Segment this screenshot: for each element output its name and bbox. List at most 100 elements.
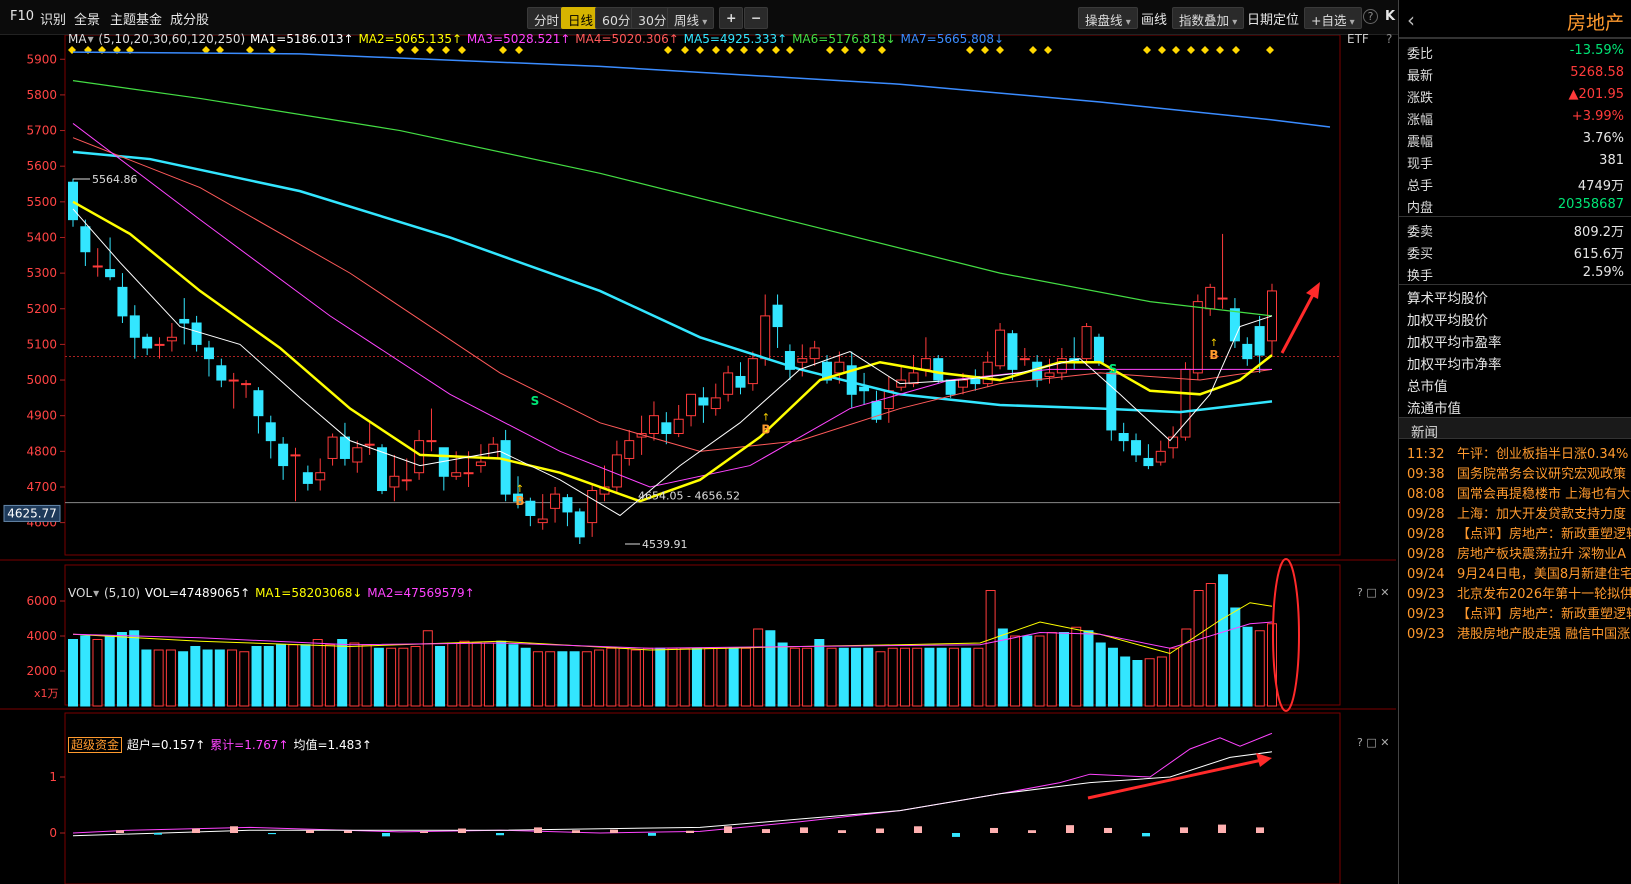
fund-bar	[914, 826, 922, 833]
signal-diamond	[664, 46, 672, 54]
help-icon[interactable]: ?	[1363, 9, 1378, 24]
volume-bar	[753, 628, 764, 707]
vol-panel-controls[interactable]: ? □ ✕	[1357, 586, 1389, 599]
fund-label[interactable]: 超级资金	[68, 737, 123, 753]
candle-body	[723, 372, 734, 395]
volume-bar	[1156, 656, 1167, 707]
news-item[interactable]: 08:08 国常会再提稳楼市 上海也有大动作	[1407, 483, 1631, 503]
volume-bar	[1095, 642, 1106, 707]
zoom-in-button[interactable]: +	[719, 7, 744, 29]
kline-chart-svg[interactable]: 5900 5800 5700 5600 5500 5400 5300 5200 5100 5000…	[0, 35, 1396, 884]
candle-body	[624, 440, 635, 459]
fund-bar	[1104, 827, 1112, 833]
ma-help-icon[interactable]: ?	[1386, 32, 1392, 46]
ma-label[interactable]: MA	[68, 32, 87, 46]
quote-row: 委卖 809.2万	[1399, 218, 1631, 240]
price-tick-label: 5800	[26, 88, 57, 102]
candle-body	[488, 443, 499, 459]
volume-bar	[153, 649, 164, 707]
news-item[interactable]: 11:32 午评：创业板指半日涨0.34%	[1407, 443, 1631, 463]
news-headline: 【点评】房地产：新政重塑逻辑	[1457, 527, 1631, 542]
date-locate-button[interactable]: 日期定位	[1247, 9, 1299, 28]
zoom-out-button[interactable]: −	[744, 7, 769, 29]
collapse-panel-icon[interactable]: K	[1385, 9, 1395, 24]
volume-bar	[1254, 630, 1265, 707]
volume-bar	[802, 647, 813, 707]
news-header[interactable]: 新闻	[1399, 417, 1631, 441]
tab-weekly[interactable]: 周线	[667, 7, 715, 29]
news-time: 09/23	[1407, 607, 1445, 622]
quote-label: 现手	[1407, 157, 1434, 172]
vol-label[interactable]: VOL	[68, 586, 92, 600]
news-item[interactable]: 09/23 北京发布2026年第十一轮拟供地	[1407, 583, 1631, 603]
signal-diamond	[826, 46, 834, 54]
volume-bar	[361, 644, 372, 707]
candle-body	[166, 336, 177, 342]
volume-bar	[116, 632, 127, 707]
news-time: 09/23	[1407, 587, 1445, 602]
theme-fund-button[interactable]: 主题基金	[110, 9, 162, 28]
candle-body	[1229, 308, 1240, 342]
news-item[interactable]: 09/28 上海：加大开发贷款支持力度	[1407, 503, 1631, 523]
volume-bar	[1132, 660, 1143, 707]
identify-button[interactable]: 识别	[40, 9, 66, 28]
signal-diamond	[411, 46, 419, 54]
candle-body	[414, 440, 425, 474]
candle-body	[525, 500, 536, 516]
volume-bar	[263, 646, 274, 707]
volume-bar	[1120, 656, 1131, 707]
etf-label[interactable]: ETF	[1347, 32, 1369, 46]
volume-bar	[606, 647, 617, 707]
volume-bar	[667, 647, 678, 707]
volume-bar	[202, 649, 213, 707]
candle-body	[1019, 358, 1030, 361]
candle-body	[253, 390, 264, 417]
vol-value: VOL=47489065↑	[144, 586, 251, 600]
draw-line-button[interactable]: 画线	[1141, 9, 1167, 28]
fund-bar	[1028, 830, 1036, 833]
f10-button[interactable]: F10	[10, 9, 34, 24]
news-item[interactable]: 09/24 9月24日电，美国8月新建住宅	[1407, 563, 1631, 583]
news-headline: 港股房地产股走强 融信中国涨	[1457, 627, 1631, 642]
fund-bar	[724, 826, 732, 833]
kline-chart-area[interactable]: 5900 5800 5700 5600 5500 5400 5300 5200 5100 5000…	[0, 35, 1396, 884]
buy-arrow: ↑	[1210, 338, 1218, 349]
candle-body	[302, 472, 313, 484]
candle-body	[747, 358, 758, 385]
sector-name: 房地产	[1566, 12, 1624, 34]
fund-bar	[952, 833, 960, 837]
trading-line-button[interactable]: 操盘线	[1078, 7, 1138, 29]
candle-body	[426, 440, 437, 443]
news-time: 09/28	[1407, 547, 1445, 562]
news-item[interactable]: 09:38 国务院常务会议研究宏观政策	[1407, 463, 1631, 483]
fund-panel-controls[interactable]: ? □ ✕	[1357, 736, 1389, 749]
ma20-line	[72, 123, 1272, 488]
panorama-button[interactable]: 全景	[74, 9, 100, 28]
news-time: 09/23	[1407, 627, 1445, 642]
watchlist-button[interactable]: +自选	[1304, 7, 1362, 29]
news-item[interactable]: 09/23 港股房地产股走强 融信中国涨	[1407, 623, 1631, 643]
news-item[interactable]: 09/23 【点评】房地产：新政重塑逻辑	[1407, 603, 1631, 623]
news-item[interactable]: 09/28 【点评】房地产：新政重塑逻辑	[1407, 523, 1631, 543]
ma2-value: MA2=5065.135↑	[358, 32, 463, 46]
news-time: 09/28	[1407, 527, 1445, 542]
candle-body	[339, 436, 350, 459]
index-overlay-button[interactable]: 指数叠加	[1172, 7, 1245, 29]
quote-link[interactable]: 流通市值	[1407, 397, 1461, 417]
news-item[interactable]: 09/28 房地产板块震荡拉升 深物业A	[1407, 543, 1631, 563]
signal-diamond	[515, 46, 523, 54]
signal-diamond	[858, 46, 866, 54]
fund-trend-arrow-head	[1256, 753, 1272, 767]
quote-link[interactable]: 总市值	[1407, 375, 1448, 395]
candle-body	[228, 379, 239, 382]
constituents-button[interactable]: 成分股	[170, 9, 209, 28]
quote-link[interactable]: 算术平均股价	[1407, 287, 1488, 307]
vol-legend: VOL▾ (5,10) VOL=47489065↑ MA1=58203068↓ …	[68, 586, 475, 600]
quote-link[interactable]: 加权平均市净率	[1407, 353, 1502, 373]
ma1-value: MA1=5186.013↑	[250, 32, 354, 46]
back-arrow-icon[interactable]: ‹	[1407, 8, 1415, 32]
fund-bar	[230, 826, 238, 833]
quote-link[interactable]: 加权平均股价	[1407, 309, 1488, 329]
quote-value: 4749万	[1577, 179, 1624, 194]
quote-link[interactable]: 加权平均市盈率	[1407, 331, 1502, 351]
